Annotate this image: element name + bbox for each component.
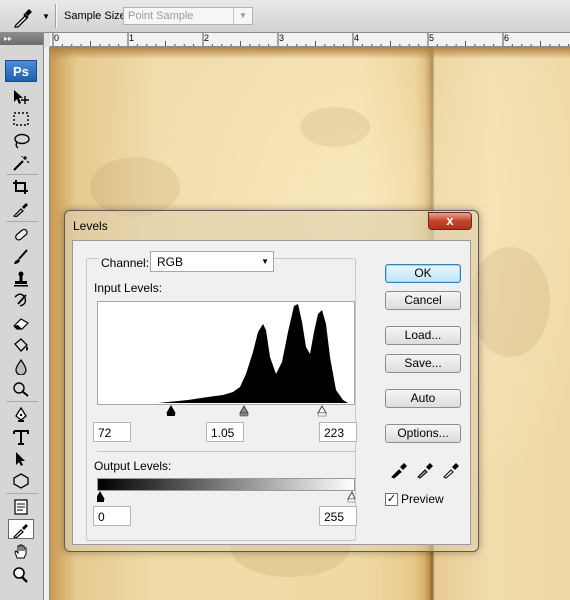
channel-label: Channel: — [99, 256, 152, 270]
divider — [97, 451, 355, 452]
output-gradient — [97, 478, 355, 491]
histogram-graph — [98, 304, 348, 403]
ruler-label: 5 — [429, 33, 435, 43]
ruler-label: 2 — [204, 33, 210, 43]
type-icon[interactable] — [8, 427, 34, 447]
levels-dialog: Levels x Channel: RGB ▼ Input Levels: 72 — [64, 210, 479, 552]
tools-divider — [6, 221, 38, 222]
zoom-icon[interactable] — [8, 565, 34, 585]
paper-stain — [470, 247, 550, 357]
paper-edge — [50, 47, 570, 59]
output-white-handle — [347, 490, 356, 500]
crop-icon[interactable] — [8, 177, 34, 197]
histogram — [97, 301, 355, 405]
input-slider[interactable] — [97, 404, 355, 417]
color-sampler-icon[interactable] — [8, 519, 34, 539]
output-slider[interactable] — [95, 490, 356, 503]
sample-size-label: Sample Size: — [64, 10, 129, 22]
output-black-handle — [95, 490, 105, 500]
gray-eyedropper-icon[interactable] — [415, 459, 435, 479]
photoshop-logo[interactable]: Ps — [5, 60, 37, 82]
tools-divider — [6, 174, 38, 175]
options-button[interactable]: Options... — [385, 424, 461, 443]
input-white-field[interactable]: 223 — [319, 422, 357, 442]
path-selection-icon[interactable] — [8, 449, 34, 469]
brush-icon[interactable] — [8, 247, 34, 267]
cancel-button[interactable]: Cancel — [385, 291, 461, 310]
notes-icon[interactable] — [8, 497, 34, 517]
input-gamma-field[interactable]: 1.05 — [206, 422, 244, 442]
tools-divider — [6, 401, 38, 402]
input-black-handle-base — [167, 413, 175, 416]
input-black-field[interactable]: 72 — [93, 422, 131, 442]
dialog-title: Levels — [73, 219, 108, 233]
hand-icon[interactable] — [8, 541, 34, 561]
clone-stamp-icon[interactable] — [8, 269, 34, 289]
tool-preset-picker[interactable]: ▼ — [6, 4, 52, 28]
tools-panel: ▸▸ Ps — [0, 33, 44, 600]
sample-size-select[interactable]: Point Sample ▼ — [123, 7, 253, 25]
input-gamma-handle-base — [239, 412, 249, 417]
chevron-down-icon: ▼ — [42, 12, 50, 21]
paper-stain — [300, 107, 370, 147]
history-brush-icon[interactable] — [8, 291, 34, 311]
input-levels-label: Input Levels: — [94, 281, 163, 295]
options-bar: ▼ Sample Size: Point Sample ▼ — [0, 0, 570, 33]
save-button[interactable]: Save... — [385, 354, 461, 373]
blur-icon[interactable] — [8, 357, 34, 377]
channel-select[interactable]: RGB ▼ — [150, 251, 274, 272]
move-icon[interactable] — [8, 87, 34, 107]
ruler-label: 3 — [279, 33, 285, 43]
pen-icon[interactable] — [8, 405, 34, 425]
ok-button[interactable]: OK — [385, 264, 461, 283]
eyedropper-icon — [12, 6, 36, 31]
input-black-handle — [166, 404, 176, 414]
ruler-label: 1 — [129, 33, 135, 43]
magic-wand-icon[interactable] — [8, 153, 34, 173]
ruler-label: 0 — [54, 33, 60, 43]
paper-stain — [90, 157, 180, 217]
marquee-icon[interactable] — [8, 109, 34, 129]
input-white-handle-base — [317, 412, 327, 417]
chevron-down-icon: ▼ — [261, 257, 269, 266]
output-black-field[interactable]: 0 — [93, 506, 131, 526]
ruler-label: 6 — [504, 33, 510, 43]
close-button[interactable]: x — [428, 212, 472, 230]
lasso-icon[interactable] — [8, 131, 34, 151]
preview-label: Preview — [401, 492, 444, 506]
checkmark-icon: ✓ — [386, 493, 397, 505]
dialog-body: Channel: RGB ▼ Input Levels: 72 1.05 223 — [72, 240, 471, 545]
preview-checkbox[interactable]: ✓ — [385, 493, 398, 506]
sample-size-value: Point Sample — [128, 10, 194, 22]
chevron-down-icon: ▼ — [233, 8, 252, 24]
ruler-label: 4 — [354, 33, 360, 43]
ruler-top: 0 1 2 3 4 5 6 — [50, 33, 570, 47]
paint-bucket-icon[interactable] — [8, 335, 34, 355]
output-white-field[interactable]: 255 — [319, 506, 357, 526]
healing-brush-icon[interactable] — [8, 225, 34, 245]
options-separator — [55, 4, 57, 28]
input-white-handle — [317, 404, 327, 414]
load-button[interactable]: Load... — [385, 326, 461, 345]
output-black-handle-base — [96, 499, 104, 502]
output-white-handle-base — [347, 498, 356, 503]
output-levels-label: Output Levels: — [94, 459, 172, 473]
tools-divider — [6, 493, 38, 494]
white-eyedropper-icon[interactable] — [441, 459, 461, 479]
shape-icon[interactable] — [8, 471, 34, 491]
input-gamma-handle — [239, 404, 249, 414]
eyedropper-icon[interactable] — [8, 199, 34, 219]
eraser-icon[interactable] — [8, 313, 34, 333]
black-eyedropper-icon[interactable] — [389, 459, 409, 479]
auto-button[interactable]: Auto — [385, 389, 461, 408]
panel-grip[interactable]: ▸▸ — [0, 33, 43, 45]
channel-value: RGB — [157, 255, 184, 269]
dodge-icon[interactable] — [8, 379, 34, 399]
